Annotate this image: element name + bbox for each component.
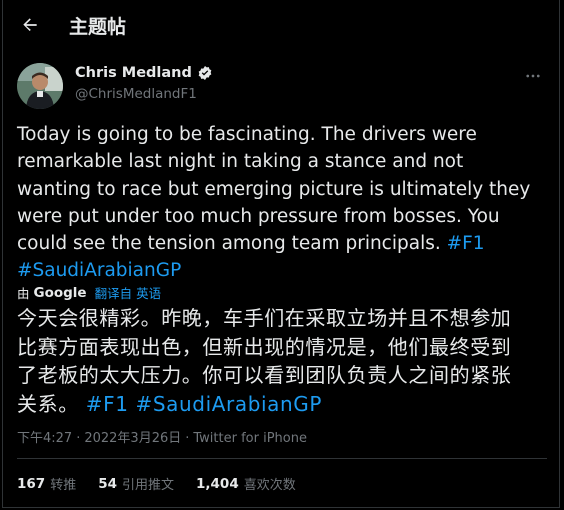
translated-by-label: 由 — [17, 286, 30, 301]
quotes-label: 引用推文 — [122, 478, 175, 493]
tweet-line: Today is going to be fascinating. The dr… — [17, 124, 477, 145]
tweet-client: Twitter for iPhone — [193, 431, 307, 446]
tweet-line: were put under too much pressure from bo… — [17, 205, 500, 227]
tweet-text: Today is going to be fascinating. The dr… — [17, 121, 555, 285]
tweet-date[interactable]: 2022年3月26日 — [84, 431, 181, 446]
more-options-button[interactable] — [521, 64, 545, 88]
translated-hashtags-link[interactable]: #F1 #SaudiArabianGP — [86, 392, 322, 416]
tweet-thread-view: 主题帖 Chris Medland @ChrisMedlandF1 Today … — [2, 0, 560, 508]
retweets-label: 转推 — [50, 478, 77, 493]
header: 主题帖 — [3, 0, 561, 52]
author-handle[interactable]: @ChrisMedlandF1 — [75, 86, 197, 102]
arrow-left-icon — [23, 18, 37, 31]
author-name-row: Chris Medland — [75, 65, 213, 81]
retweets-stat[interactable]: 167 转推 — [17, 474, 77, 494]
translation-attribution: 由 Google 翻译自 英语 — [17, 283, 161, 302]
tweet-line: wanting to race but emerging picture is … — [17, 178, 531, 200]
divider — [17, 458, 547, 459]
tweet-time[interactable]: 下午4:27 — [17, 431, 72, 446]
google-logo: Google — [33, 284, 87, 301]
tweet-line: could see the tension among team princip… — [17, 233, 447, 255]
more-horizontal-icon — [526, 74, 540, 78]
tweet-meta: 下午4:27 · 2022年3月26日 · Twitter for iPhone — [17, 431, 307, 446]
page-title: 主题帖 — [69, 16, 127, 38]
avatar[interactable] — [17, 63, 63, 109]
verified-badge-icon — [198, 66, 212, 80]
likes-stat[interactable]: 1,404 喜欢次数 — [196, 474, 296, 494]
author-name[interactable]: Chris Medland — [75, 65, 192, 81]
translation-source-link[interactable]: 翻译自 英语 — [95, 283, 161, 302]
hashtag-saudiarabiangp-link[interactable]: #SaudiArabianGP — [17, 260, 181, 281]
retweets-count: 167 — [17, 475, 46, 492]
hashtag-f1-link[interactable]: #F1 — [447, 233, 485, 254]
likes-count: 1,404 — [196, 475, 239, 492]
back-button[interactable] — [13, 8, 47, 42]
quotes-count: 54 — [98, 475, 117, 492]
tweet-line: remarkable last night in taking a stance… — [17, 151, 464, 173]
engagement-stats: 167 转推 54 引用推文 1,404 喜欢次数 — [17, 474, 318, 494]
quotes-stat[interactable]: 54 引用推文 — [98, 474, 175, 494]
likes-label: 喜欢次数 — [243, 478, 296, 493]
translated-text: 今天会很精彩。昨晚，车手们在采取立场并且不想参加 比赛方面表现出色，但新出现的情… — [17, 304, 557, 418]
